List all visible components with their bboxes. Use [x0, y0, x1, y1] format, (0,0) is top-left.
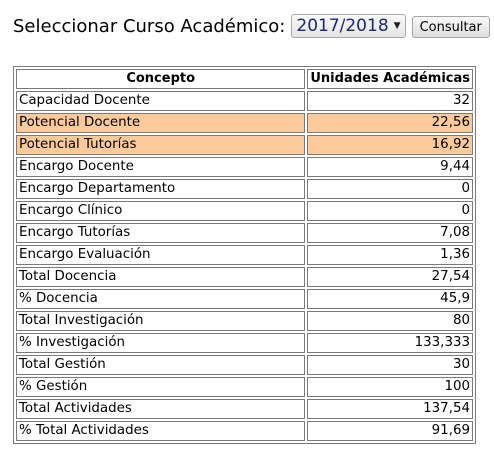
- academic-year-select[interactable]: 2017/2018 ▼: [291, 14, 406, 38]
- table-row: Encargo Evaluación 1,36: [16, 245, 473, 265]
- column-header-concept: Concepto: [16, 69, 306, 89]
- units-cell: 30: [307, 355, 473, 375]
- course-selector-bar: Seleccionar Curso Académico: 2017/2018 ▼…: [13, 12, 490, 40]
- units-cell: 32: [307, 91, 473, 111]
- concept-cell: Encargo Docente: [16, 157, 306, 177]
- concept-cell: % Docencia: [16, 289, 306, 309]
- selected-year-value: 2017/2018: [296, 16, 389, 36]
- course-select-label: Seleccionar Curso Académico:: [13, 15, 286, 37]
- table-row: Capacidad Docente 32: [16, 91, 473, 111]
- units-cell: 45,9: [307, 289, 473, 309]
- units-cell: 9,44: [307, 157, 473, 177]
- table-row: % Total Actividades 91,69: [16, 421, 473, 441]
- table-row: Total Investigación 80: [16, 311, 473, 331]
- consult-button[interactable]: Consultar: [411, 16, 490, 38]
- concept-cell: Encargo Evaluación: [16, 245, 306, 265]
- table-row: % Gestión 100: [16, 377, 473, 397]
- units-cell: 80: [307, 311, 473, 331]
- dropdown-arrow-icon: ▼: [393, 21, 401, 31]
- concept-cell: Total Docencia: [16, 267, 306, 287]
- units-cell: 91,69: [307, 421, 473, 441]
- concept-cell: Potencial Docente: [16, 113, 306, 133]
- units-cell: 7,08: [307, 223, 473, 243]
- concept-cell: % Total Actividades: [16, 421, 306, 441]
- units-cell: 1,36: [307, 245, 473, 265]
- table-body: Capacidad Docente 32 Potencial Docente 22,5…: [16, 91, 473, 441]
- units-cell: 22,56: [307, 113, 473, 133]
- concept-cell: % Investigación: [16, 333, 306, 353]
- concept-cell: Potencial Tutorías: [16, 135, 306, 155]
- concept-cell: Total Investigación: [16, 311, 306, 331]
- units-cell: 16,92: [307, 135, 473, 155]
- units-cell: 27,54: [307, 267, 473, 287]
- table-row: Potencial Docente 22,56: [16, 113, 473, 133]
- units-cell: 133,333: [307, 333, 473, 353]
- units-cell: 100: [307, 377, 473, 397]
- table-row: Encargo Docente 9,44: [16, 157, 473, 177]
- academic-units-table: Concepto Unidades Académicas Capacidad D…: [13, 66, 476, 444]
- column-header-units: Unidades Académicas: [307, 69, 473, 89]
- concept-cell: Encargo Departamento: [16, 179, 306, 199]
- concept-cell: Total Gestión: [16, 355, 306, 375]
- table-row: Encargo Departamento 0: [16, 179, 473, 199]
- concept-cell: Capacidad Docente: [16, 91, 306, 111]
- table-header-row: Concepto Unidades Académicas: [16, 69, 473, 89]
- units-cell: 137,54: [307, 399, 473, 419]
- concept-cell: % Gestión: [16, 377, 306, 397]
- table-row: Total Docencia 27,54: [16, 267, 473, 287]
- concept-cell: Encargo Clínico: [16, 201, 306, 221]
- table-row: Potencial Tutorías 16,92: [16, 135, 473, 155]
- table-row: % Docencia 45,9: [16, 289, 473, 309]
- table-row: Total Actividades 137,54: [16, 399, 473, 419]
- table-row: % Investigación 133,333: [16, 333, 473, 353]
- concept-cell: Total Actividades: [16, 399, 306, 419]
- table-row: Total Gestión 30: [16, 355, 473, 375]
- units-cell: 0: [307, 201, 473, 221]
- units-cell: 0: [307, 179, 473, 199]
- table-row: Encargo Clínico 0: [16, 201, 473, 221]
- table-row: Encargo Tutorías 7,08: [16, 223, 473, 243]
- concept-cell: Encargo Tutorías: [16, 223, 306, 243]
